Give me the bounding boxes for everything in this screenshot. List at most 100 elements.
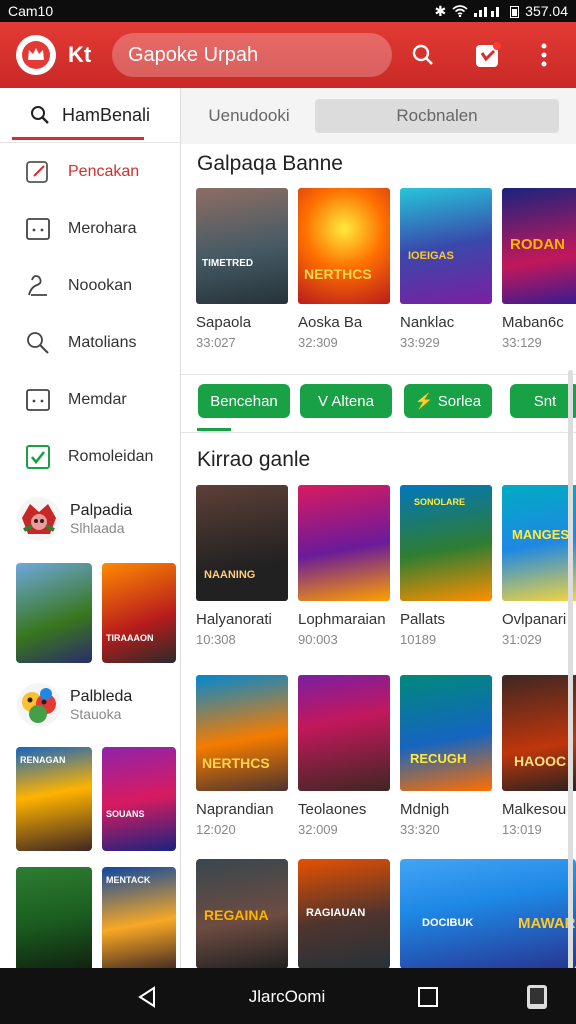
game-card[interactable]: SONOLARE Pallats 10189	[400, 485, 492, 647]
game-cover: NERTHCS	[298, 188, 390, 304]
game-meta: 33:027	[196, 335, 236, 350]
system-nav-bar: JlarcOomi	[0, 968, 576, 1024]
tab-rocbnalen[interactable]: Rocbnalen	[315, 99, 559, 133]
cover-title: NERTHCS	[304, 266, 372, 282]
notifications-button[interactable]	[468, 35, 508, 75]
main-content: Galpaqa Banne TIMETRED Sapaola 33:027 NE…	[181, 144, 576, 968]
overflow-button[interactable]	[520, 980, 554, 1014]
more-vert-icon	[541, 43, 547, 67]
game-meta: 10189	[400, 632, 437, 647]
game-meta: 33:320	[400, 822, 440, 837]
home-button[interactable]: JlarcOomi	[222, 984, 352, 1010]
divider	[181, 432, 576, 433]
promo-title: Palpadia	[70, 502, 133, 519]
game-card[interactable]: NERTHCS Naprandian 12:020	[196, 675, 288, 837]
promo-title: Palbleda	[70, 688, 133, 705]
game-meta: 10:308	[196, 632, 236, 647]
game-cover: TIMETRED	[196, 188, 288, 304]
cover-title: SONOLARE	[414, 497, 466, 507]
search-input[interactable]	[128, 43, 388, 67]
sidebar-header-underline	[12, 137, 144, 140]
game-title: Maban6c	[502, 314, 564, 331]
sidebar-item-label: Pencakan	[68, 162, 140, 180]
game-title: Pallats	[400, 611, 446, 628]
game-cover: NAANING	[196, 485, 288, 601]
edit-icon	[24, 158, 52, 186]
game-title: Teolaones	[298, 801, 367, 818]
sidebar-item-romoleidan[interactable]: Romoleidan	[0, 428, 180, 485]
side-game-tile[interactable]: TIRAAAON	[102, 563, 176, 663]
game-cover: SONOLARE	[400, 485, 492, 601]
sidebar-item-label: Romoleidan	[68, 447, 154, 465]
face-icon	[24, 215, 52, 243]
side-game-tile[interactable]	[16, 867, 92, 968]
game-card[interactable]: RODAN Maban6c 33:129	[502, 188, 576, 350]
promo-item-palbleda[interactable]: Palbleda Stauoka	[0, 675, 180, 735]
side-game-tile[interactable]: MENTACK	[102, 867, 176, 968]
game-card[interactable]: DOCIBUK MAWAR	[400, 859, 576, 968]
sidebar-item-matolians[interactable]: Matolians	[0, 314, 180, 371]
search-bar[interactable]	[112, 33, 392, 77]
sidebar-item-memdar[interactable]: Memdar	[0, 371, 180, 428]
cover-title: REGAINA	[204, 907, 269, 923]
sidebar-item-label: Noookan	[68, 276, 133, 294]
side-tile-title: MENTACK	[106, 875, 151, 885]
side-game-tile[interactable]: RENAGAN	[16, 747, 92, 851]
game-title: Mdnigh	[400, 801, 450, 818]
chip-bencehan[interactable]: Bencehan	[198, 384, 290, 418]
game-card[interactable]: TIMETRED Sapaola 33:027	[196, 188, 288, 350]
cover-title: MAWAR	[518, 915, 576, 932]
game-cover: RECUGH	[400, 675, 492, 791]
game-card[interactable]: Lophmaraian 90:003	[298, 485, 390, 647]
sidebar-header-label: HamBenali	[62, 104, 151, 125]
back-button[interactable]	[132, 982, 162, 1012]
notification-icon	[476, 42, 501, 67]
game-card[interactable]: NAANING Halyanorati 10:308	[196, 485, 288, 647]
game-meta: 12:020	[196, 822, 236, 837]
promo-tiles-2: RENAGAN SOUANS MENTACK	[0, 735, 180, 968]
app-logo[interactable]	[16, 35, 56, 75]
cover-title: DOCIBUK	[422, 917, 474, 929]
sidebar-item-label: Merohara	[68, 219, 137, 237]
clock-text: 357.04	[525, 3, 568, 19]
game-card[interactable]: MANGES Ovlpanari 31:029	[502, 485, 576, 647]
sidebar-header[interactable]: HamBenali	[0, 88, 180, 142]
game-meta: 33:129	[502, 335, 542, 350]
game-meta: 13:019	[502, 822, 542, 837]
game-card[interactable]: IOEIGAS Nanklac 33:929	[400, 188, 492, 350]
sidebar-item-merohara[interactable]: Merohara	[0, 200, 180, 257]
cover-title: RECUGH	[410, 751, 467, 766]
checkbox-icon	[24, 443, 52, 471]
side-game-tile[interactable]	[16, 563, 92, 663]
cover-title: IOEIGAS	[408, 250, 454, 262]
game-card[interactable]: REGAINA	[196, 859, 288, 968]
game-card[interactable]: RAGIAUAN	[298, 859, 390, 968]
chip-altena[interactable]: V Altena	[300, 384, 392, 418]
cover-title: MANGES	[512, 527, 570, 542]
scrollbar[interactable]	[568, 370, 573, 970]
game-card[interactable]: NERTHCS Aoska Ba 32:309	[298, 188, 390, 350]
game-card[interactable]: HAOOC Malkesou 13:019	[502, 675, 576, 837]
game-card[interactable]: RECUGH Mdnigh 33:320	[400, 675, 492, 837]
more-options-button[interactable]	[524, 35, 564, 75]
recents-button[interactable]	[413, 982, 443, 1012]
sidebar-item-noookan[interactable]: Noookan	[0, 257, 180, 314]
sidebar-item-pencakan[interactable]: Pencakan	[0, 143, 180, 200]
search-button[interactable]	[403, 35, 443, 75]
chip-snt[interactable]: Snt	[510, 384, 576, 418]
game-meta: 31:029	[502, 632, 542, 647]
battery-icon	[510, 5, 520, 18]
search-icon	[24, 329, 52, 357]
game-title: Nanklac	[400, 314, 455, 331]
promo-item-palpadia[interactable]: Palpadia Slhlaada	[0, 489, 180, 549]
game-meta: 32:009	[298, 822, 338, 837]
chip-sorlea[interactable]: ⚡ Sorlea	[404, 384, 492, 418]
game-card[interactable]: Teolaones 32:009	[298, 675, 390, 837]
sidebar: HamBenali Pencakan Merohara Noookan Mato…	[0, 88, 181, 968]
tab-uenudooki[interactable]: Uenudooki	[193, 99, 305, 133]
carrier-text: Cam10	[8, 3, 54, 19]
side-game-tile[interactable]: SOUANS	[102, 747, 176, 851]
person-icon	[24, 272, 52, 300]
game-title: Aoska Ba	[298, 314, 363, 331]
divider	[181, 374, 576, 375]
